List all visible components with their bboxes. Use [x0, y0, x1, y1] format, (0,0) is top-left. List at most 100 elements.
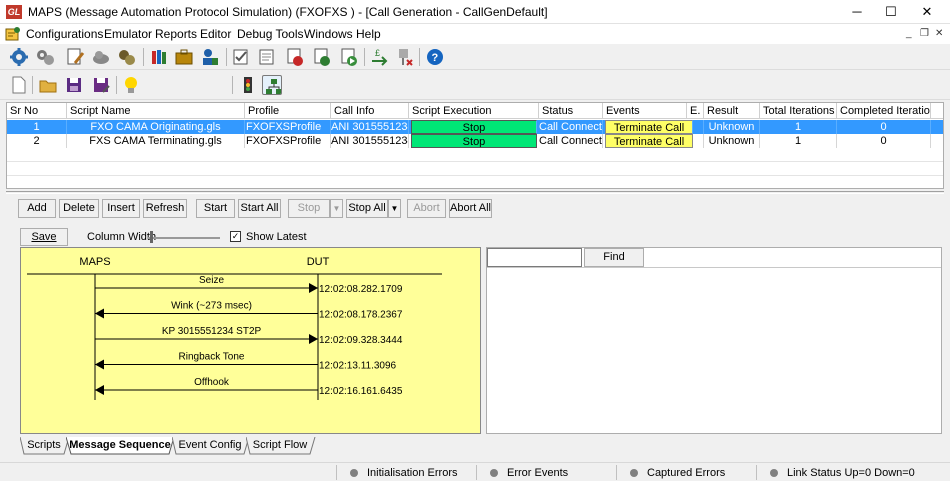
lightbulb-icon[interactable]: [121, 75, 141, 95]
save-as-icon[interactable]: [91, 75, 111, 95]
disconnect-icon[interactable]: [395, 47, 415, 67]
script-grid: Sr No Script Name Profile Call Info Scri…: [6, 102, 944, 189]
mdi-close-button[interactable]: ✕: [935, 28, 943, 39]
find-input[interactable]: [487, 248, 582, 267]
col-result[interactable]: Result: [704, 103, 760, 119]
table-row[interactable]: 2 FXS CAMA Terminating.gls FXOFXSProfile…: [7, 134, 943, 148]
start-all-button[interactable]: Start All: [238, 199, 281, 218]
message-label: Offhook: [194, 377, 230, 388]
abort-all-button[interactable]: Abort All: [449, 199, 492, 218]
col-completed-iterations[interactable]: Completed Iterations: [837, 103, 931, 119]
col-sr-no[interactable]: Sr No: [7, 103, 67, 119]
status-label: Link Status Up=0 Down=0: [787, 467, 915, 479]
menu-reports[interactable]: Reports: [155, 27, 197, 41]
main-toolbar: £ ?: [0, 44, 950, 70]
add-button[interactable]: Add: [18, 199, 56, 218]
stop-button[interactable]: Stop: [288, 199, 330, 218]
network-tree-icon[interactable]: [262, 75, 282, 95]
col-total-iterations[interactable]: Total Iterations: [760, 103, 837, 119]
status-label: Captured Errors: [647, 467, 726, 479]
find-button[interactable]: Find: [584, 248, 644, 267]
emulator-gears-icon[interactable]: [35, 47, 55, 67]
stop-all-dropdown-arrow[interactable]: ▼: [388, 199, 401, 218]
arrowhead-icon: [95, 385, 104, 395]
script-play-icon[interactable]: [339, 47, 359, 67]
cloud-icon[interactable]: [91, 47, 111, 67]
insert-button[interactable]: Insert: [102, 199, 140, 218]
cell-script: FXO CAMA Originating.gls: [67, 120, 245, 134]
message-timestamp: 12:02:08.282.1709: [319, 284, 403, 295]
menu-configurations[interactable]: Configurations: [26, 27, 103, 41]
mdi-restore-button[interactable]: ❐: [920, 28, 929, 39]
script-editor-icon[interactable]: [65, 47, 85, 67]
table-row[interactable]: 1 FXO CAMA Originating.gls FXOFXSProfile…: [7, 120, 943, 134]
script-stop-icon[interactable]: [285, 47, 305, 67]
menu-help[interactable]: Help: [356, 27, 381, 41]
status-link[interactable]: Link Status Up=0 Down=0: [770, 466, 915, 480]
stop-dropdown-arrow[interactable]: ▼: [330, 199, 343, 218]
close-button[interactable]: ✕: [904, 0, 950, 24]
terminate-call-button[interactable]: Terminate Call: [605, 120, 693, 134]
checklist-icon[interactable]: [231, 47, 251, 67]
col-call-info[interactable]: Call Info: [331, 103, 409, 119]
message-timestamp: 12:02:08.178.2367: [319, 310, 403, 321]
terminate-call-button[interactable]: Terminate Call: [605, 134, 693, 148]
menu-emulator[interactable]: Emulator: [104, 27, 152, 41]
col-profile[interactable]: Profile: [245, 103, 331, 119]
tab-event-config[interactable]: Event Config: [172, 437, 250, 455]
status-label: Initialisation Errors: [367, 467, 458, 479]
title-bar: GL MAPS (Message Automation Protocol Sim…: [0, 0, 950, 24]
abort-button[interactable]: Abort: [407, 199, 446, 218]
mdi-child-icon[interactable]: [5, 26, 21, 42]
menu-windows[interactable]: Windows: [304, 27, 353, 41]
gear-icon[interactable]: [9, 47, 29, 67]
user-security-icon[interactable]: [200, 47, 220, 67]
svg-text:£: £: [375, 48, 380, 58]
col-script-execution[interactable]: Script Execution: [409, 103, 539, 119]
help-icon[interactable]: ?: [425, 47, 445, 67]
new-file-icon[interactable]: [9, 75, 29, 95]
script-run-icon[interactable]: [312, 47, 332, 67]
stop-script-button[interactable]: Stop: [411, 134, 537, 148]
tab-scripts[interactable]: Scripts: [20, 437, 70, 455]
status-initialisation-errors[interactable]: Initialisation Errors: [350, 466, 457, 480]
traffic-light-icon[interactable]: [238, 75, 258, 95]
cell-call-info: ANI 3015551234: [331, 134, 409, 148]
mdi-minimize-button[interactable]: _: [906, 28, 912, 39]
cost-transfer-icon[interactable]: £: [369, 47, 389, 67]
empty-row: [7, 148, 943, 162]
tab-event-config-label: Event Config: [178, 439, 242, 451]
col-script-name[interactable]: Script Name: [67, 103, 245, 119]
status-dot-icon: [630, 469, 638, 477]
col-events[interactable]: Events: [603, 103, 687, 119]
status-captured-errors[interactable]: Captured Errors: [630, 466, 725, 480]
message-label: Seize: [199, 275, 224, 286]
col-e[interactable]: E.: [687, 103, 704, 119]
tab-message-sequence[interactable]: Message Sequence: [66, 437, 175, 455]
modules-icon[interactable]: [117, 47, 137, 67]
message-timestamp: 12:02:09.328.3444: [319, 335, 403, 346]
save-icon[interactable]: [64, 75, 84, 95]
open-folder-icon[interactable]: [38, 75, 58, 95]
menu-debug-tools[interactable]: Debug Tools: [237, 27, 304, 41]
refresh-button[interactable]: Refresh: [143, 199, 187, 218]
save-sequence-button[interactable]: Save: [20, 228, 68, 246]
delete-button[interactable]: Delete: [59, 199, 99, 218]
column-width-slider-knob[interactable]: [150, 231, 153, 243]
status-error-events[interactable]: Error Events: [490, 466, 568, 480]
start-button[interactable]: Start: [196, 199, 235, 218]
cell-sr: 2: [7, 134, 67, 148]
script-list-icon[interactable]: [257, 47, 277, 67]
col-status[interactable]: Status: [539, 103, 603, 119]
books-icon[interactable]: [149, 47, 169, 67]
message-label: KP 3015551234 ST2P: [162, 326, 262, 337]
arrowhead-icon: [309, 334, 318, 344]
pane-splitter[interactable]: [6, 191, 944, 194]
stop-script-button[interactable]: Stop: [411, 120, 537, 134]
menu-editor[interactable]: Editor: [200, 27, 231, 41]
briefcase-icon[interactable]: [174, 47, 194, 67]
show-latest-checkbox[interactable]: ✓: [230, 231, 241, 242]
tab-script-flow[interactable]: Script Flow: [246, 437, 316, 455]
column-width-slider[interactable]: [148, 237, 220, 239]
stop-all-button[interactable]: Stop All: [346, 199, 388, 218]
